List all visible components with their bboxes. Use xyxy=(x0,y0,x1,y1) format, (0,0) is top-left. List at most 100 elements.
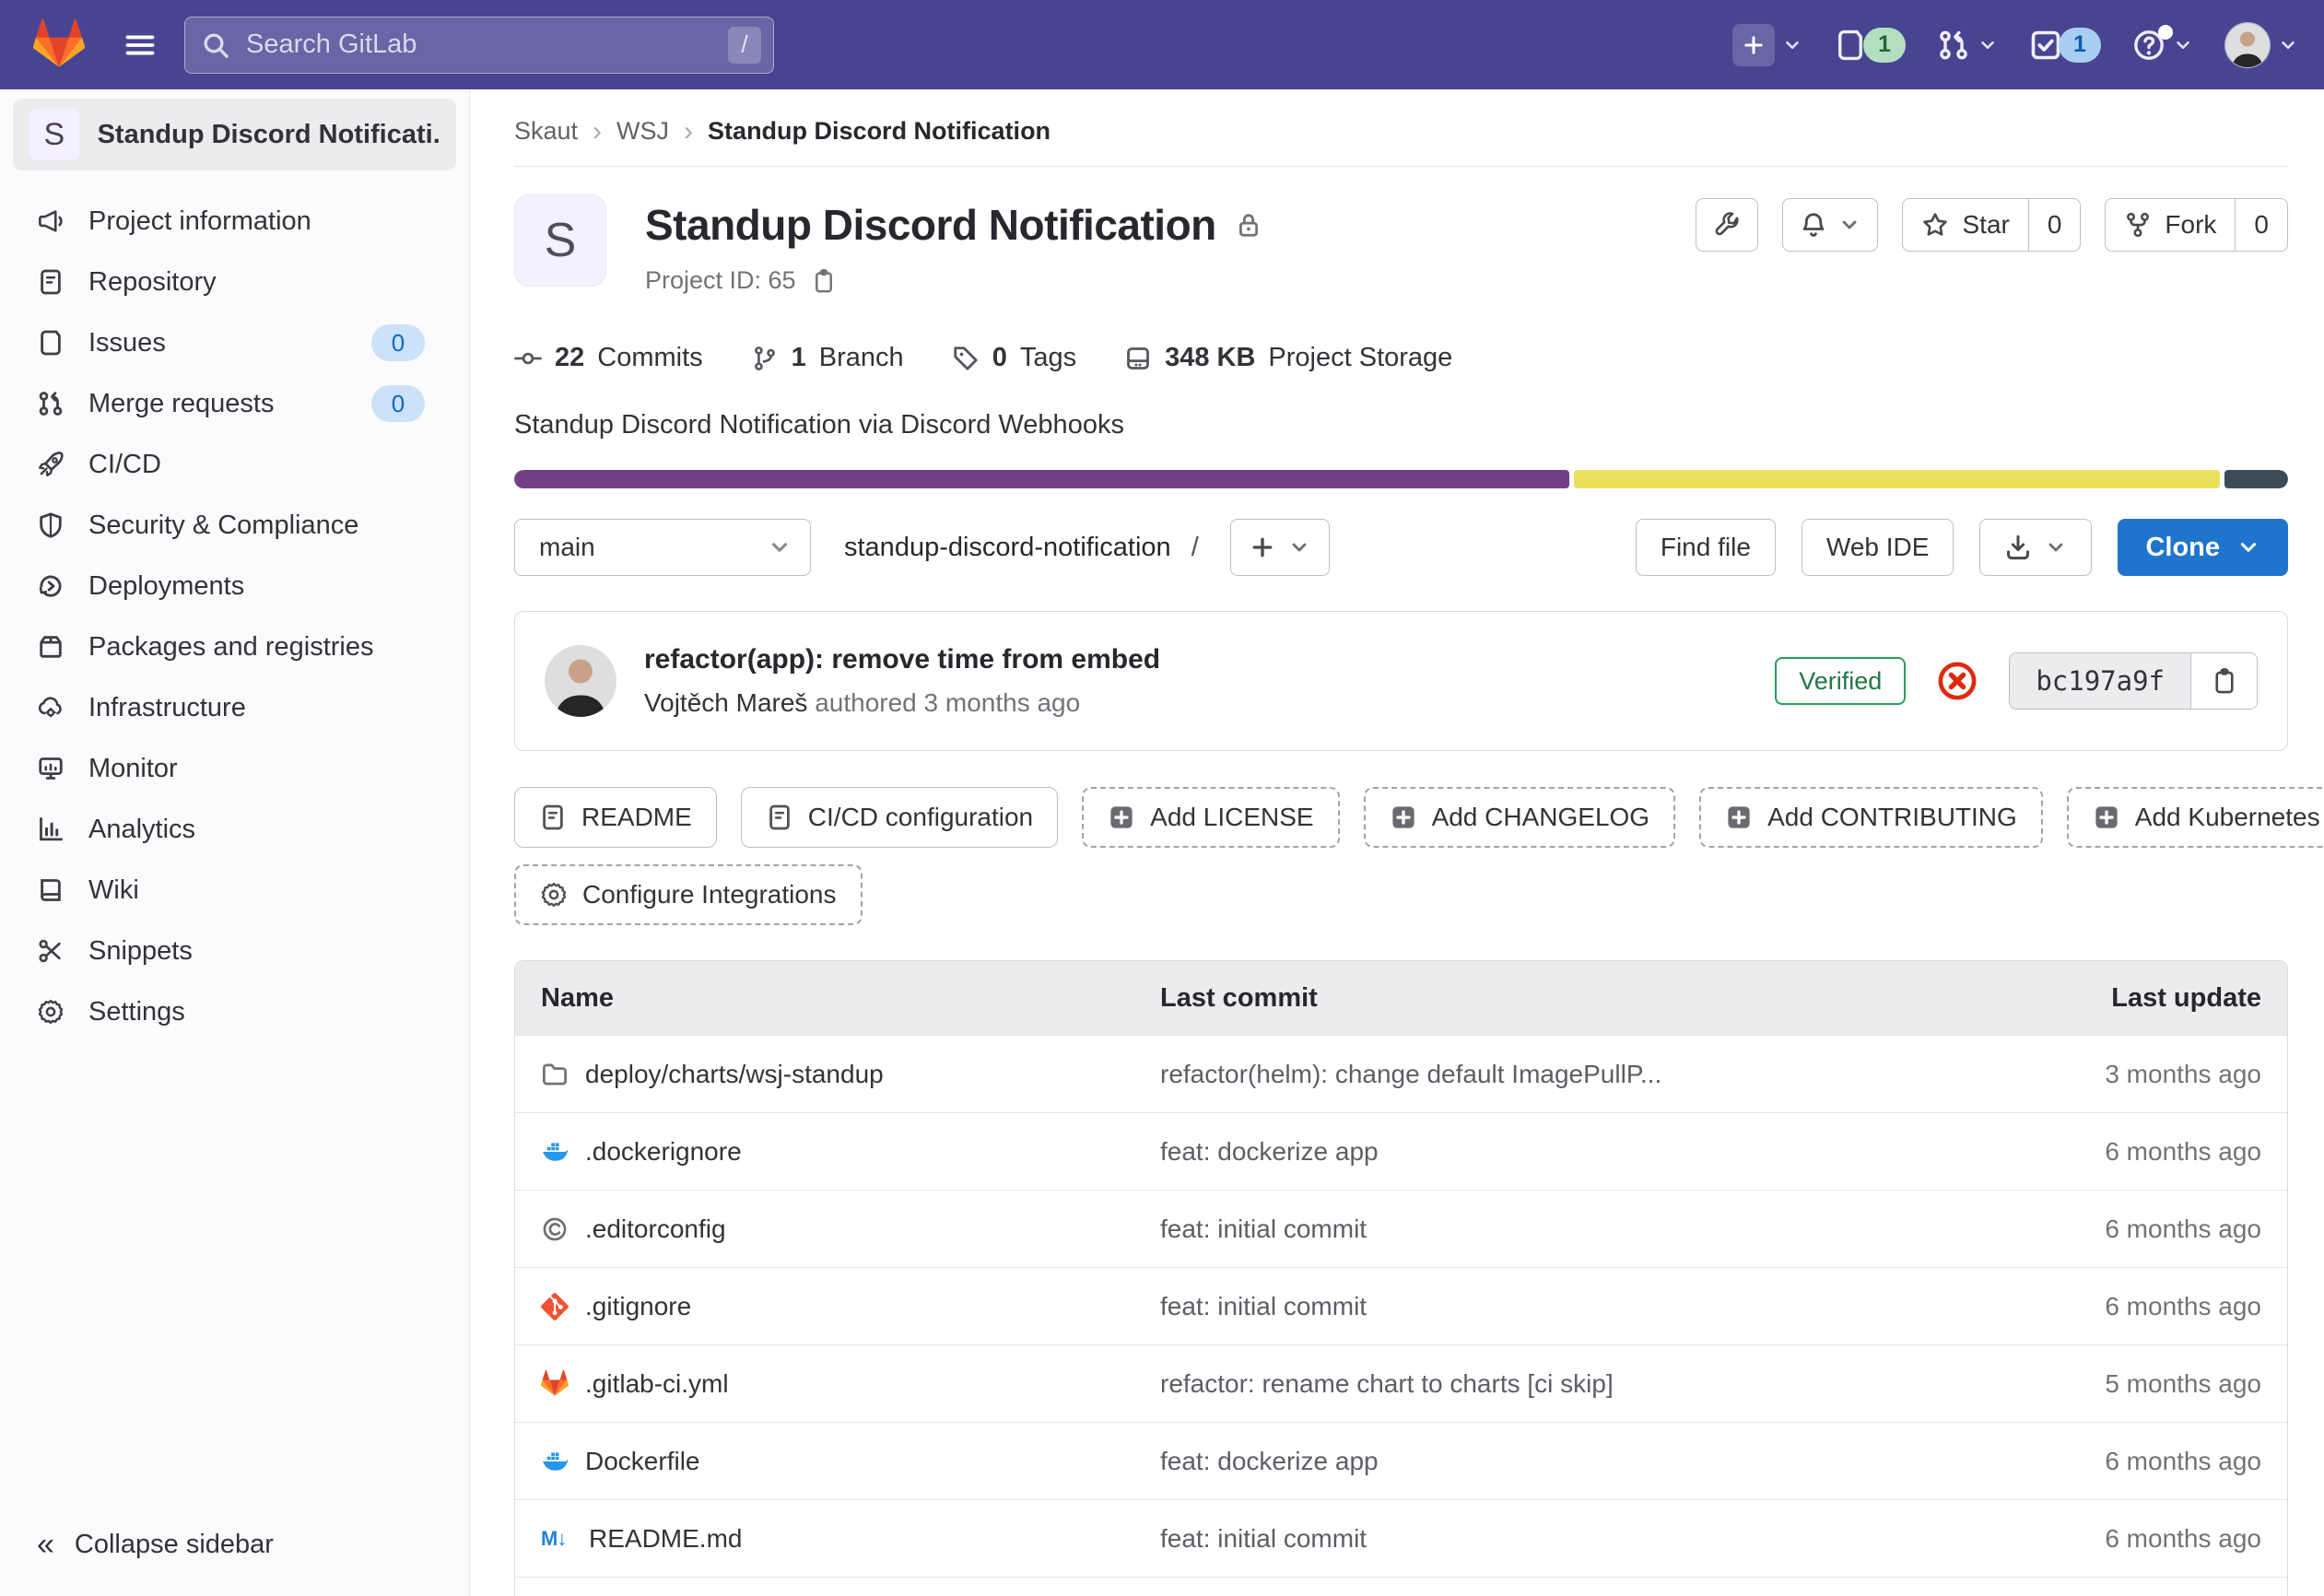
clone-button[interactable]: Clone xyxy=(2118,519,2288,576)
collapse-sidebar-button[interactable]: « Collapse sidebar xyxy=(0,1527,311,1563)
sidebar-item-packages-registries[interactable]: Packages and registries xyxy=(0,616,469,677)
admin-wrench-button[interactable] xyxy=(1696,198,1758,252)
file-icon xyxy=(539,804,567,831)
copy-icon[interactable] xyxy=(811,268,837,294)
commit-message-link[interactable]: refactor(helm): change default ImagePull… xyxy=(1160,1060,1966,1089)
issues-count-badge: 1 xyxy=(1863,28,1906,63)
branch-selector[interactable]: main xyxy=(514,519,811,576)
fork-count[interactable]: 0 xyxy=(2235,199,2287,251)
commit-message-link[interactable]: feat: initial commit xyxy=(1160,1215,1966,1244)
add-contributing-button[interactable]: Add CONTRIBUTING xyxy=(1699,787,2043,848)
add-kubernetes-cluster-button[interactable]: Add Kubernetes cluster xyxy=(2067,787,2324,848)
cicd-configuration-button[interactable]: CI/CD configuration xyxy=(741,787,1058,848)
project-description: Standup Discord Notification via Discord… xyxy=(514,410,2288,440)
table-row: .dockerignore feat: dockerize app 6 mont… xyxy=(515,1112,2287,1190)
commit-icon xyxy=(514,345,542,372)
project-id: Project ID: 65 xyxy=(645,266,796,295)
commit-message-link[interactable]: feat: initial commit xyxy=(1160,1524,1966,1554)
todo-check-icon xyxy=(2029,29,2062,62)
sidebar-item-snippets[interactable]: Snippets xyxy=(0,921,469,981)
stat-storage[interactable]: 348 KBProject Storage xyxy=(1124,343,1452,373)
hamburger-menu-icon[interactable] xyxy=(123,29,157,62)
download-button[interactable] xyxy=(1979,519,2092,576)
document-icon xyxy=(37,268,65,296)
commit-message-link[interactable]: feat: dockerize app xyxy=(1160,1447,1966,1476)
file-link[interactable]: .editorconfig xyxy=(541,1215,1160,1244)
issues-shortcut-button[interactable]: 1 xyxy=(1834,28,1906,63)
rocket-icon xyxy=(37,451,65,478)
pipeline-failed-icon[interactable] xyxy=(1937,661,1978,701)
commit-author-avatar[interactable] xyxy=(545,645,616,717)
stat-commits[interactable]: 22Commits xyxy=(514,343,703,373)
sidebar-item-monitor[interactable]: Monitor xyxy=(0,738,469,799)
breadcrumb-link-subgroup[interactable]: WSJ xyxy=(616,117,669,146)
commit-title[interactable]: refactor(app): remove time from embed xyxy=(644,644,1160,675)
page-title: Standup Discord Notification xyxy=(645,200,1216,250)
commit-message-link[interactable]: refactor: rename chart to charts [ci ski… xyxy=(1160,1369,1966,1399)
configure-integrations-button[interactable]: Configure Integrations xyxy=(514,864,863,925)
add-license-button[interactable]: Add LICENSE xyxy=(1082,787,1339,848)
last-update: 5 months ago xyxy=(1966,1369,2261,1399)
star-count[interactable]: 0 xyxy=(2028,199,2081,251)
last-update: 6 months ago xyxy=(1966,1292,2261,1321)
sidebar-item-security-compliance[interactable]: Security & Compliance xyxy=(0,495,469,556)
file-link[interactable]: deploy/charts/wsj-standup xyxy=(541,1060,1160,1089)
last-commit-panel: refactor(app): remove time from embed Vo… xyxy=(514,611,2288,751)
sidebar-item-issues[interactable]: Issues0 xyxy=(0,312,469,373)
sidebar-item-wiki[interactable]: Wiki xyxy=(0,860,469,921)
stat-branches[interactable]: 1Branch xyxy=(751,343,904,373)
plus-icon xyxy=(1732,24,1775,66)
file-link[interactable]: M↓README.md xyxy=(541,1524,1160,1554)
merge-requests-button[interactable] xyxy=(1937,29,1998,62)
table-row: .gitlab-ci.yml refactor: rename chart to… xyxy=(515,1344,2287,1422)
commit-message-link[interactable]: feat: initial commit xyxy=(1160,1292,1966,1321)
tag-icon xyxy=(952,345,980,372)
sidebar-project-header[interactable]: S Standup Discord Notificati... xyxy=(13,99,456,170)
add-changelog-button[interactable]: Add CHANGELOG xyxy=(1364,787,1676,848)
todos-button[interactable]: 1 xyxy=(2029,28,2101,63)
file-link[interactable]: Dockerfile xyxy=(541,1447,1160,1476)
sidebar-item-repository[interactable]: Repository xyxy=(0,252,469,312)
table-row: Dockerfile feat: dockerize app 6 months … xyxy=(515,1422,2287,1499)
todos-count-badge: 1 xyxy=(2059,28,2101,63)
repo-path-name[interactable]: standup-discord-notification xyxy=(844,533,1171,562)
gitlab-logo-icon[interactable] xyxy=(33,19,85,71)
notifications-button[interactable] xyxy=(1782,198,1878,252)
stat-tags[interactable]: 0Tags xyxy=(952,343,1076,373)
verified-badge[interactable]: Verified xyxy=(1775,657,1906,705)
bullhorn-icon xyxy=(37,207,65,235)
chevron-down-icon xyxy=(1782,35,1802,55)
add-file-button[interactable] xyxy=(1230,519,1330,576)
find-file-button[interactable]: Find file xyxy=(1636,519,1776,576)
language-bar[interactable] xyxy=(514,470,2288,488)
sidebar-item-merge-requests[interactable]: Merge requests0 xyxy=(0,373,469,434)
search-icon xyxy=(201,30,230,60)
file-link[interactable]: .gitlab-ci.yml xyxy=(541,1369,1160,1399)
search-input[interactable] xyxy=(184,17,774,74)
breadcrumb-link-group[interactable]: Skaut xyxy=(514,117,578,146)
help-menu-button[interactable] xyxy=(2132,29,2193,62)
table-row: deploy/charts/wsj-standup refactor(helm)… xyxy=(515,1035,2287,1112)
web-ide-button[interactable]: Web IDE xyxy=(1802,519,1954,576)
file-link[interactable]: .dockerignore xyxy=(541,1137,1160,1167)
file-link[interactable]: .gitignore xyxy=(541,1292,1160,1321)
commit-author-link[interactable]: Vojtěch Mareš xyxy=(644,688,807,717)
chevron-down-icon xyxy=(2236,535,2260,559)
user-menu-button[interactable] xyxy=(2224,22,2298,68)
merge-requests-count-badge: 0 xyxy=(371,385,425,422)
plus-square-icon xyxy=(1108,804,1135,831)
user-avatar xyxy=(2224,22,2271,68)
sidebar-item-deployments[interactable]: Deployments xyxy=(0,556,469,616)
sidebar-item-cicd[interactable]: CI/CD xyxy=(0,434,469,495)
star-button[interactable]: Star xyxy=(1903,199,2027,251)
readme-button[interactable]: README xyxy=(514,787,717,848)
sidebar-item-settings[interactable]: Settings xyxy=(0,981,469,1042)
gitlab-app: / 1 1 xyxy=(0,0,2324,1596)
sidebar-item-infrastructure[interactable]: Infrastructure xyxy=(0,677,469,738)
commit-message-link[interactable]: feat: dockerize app xyxy=(1160,1137,1966,1167)
fork-button[interactable]: Fork xyxy=(2106,199,2235,251)
sidebar-item-project-information[interactable]: Project information xyxy=(0,191,469,252)
copy-hash-button[interactable] xyxy=(2190,653,2257,709)
sidebar-item-analytics[interactable]: Analytics xyxy=(0,799,469,860)
new-menu-button[interactable] xyxy=(1732,24,1802,66)
